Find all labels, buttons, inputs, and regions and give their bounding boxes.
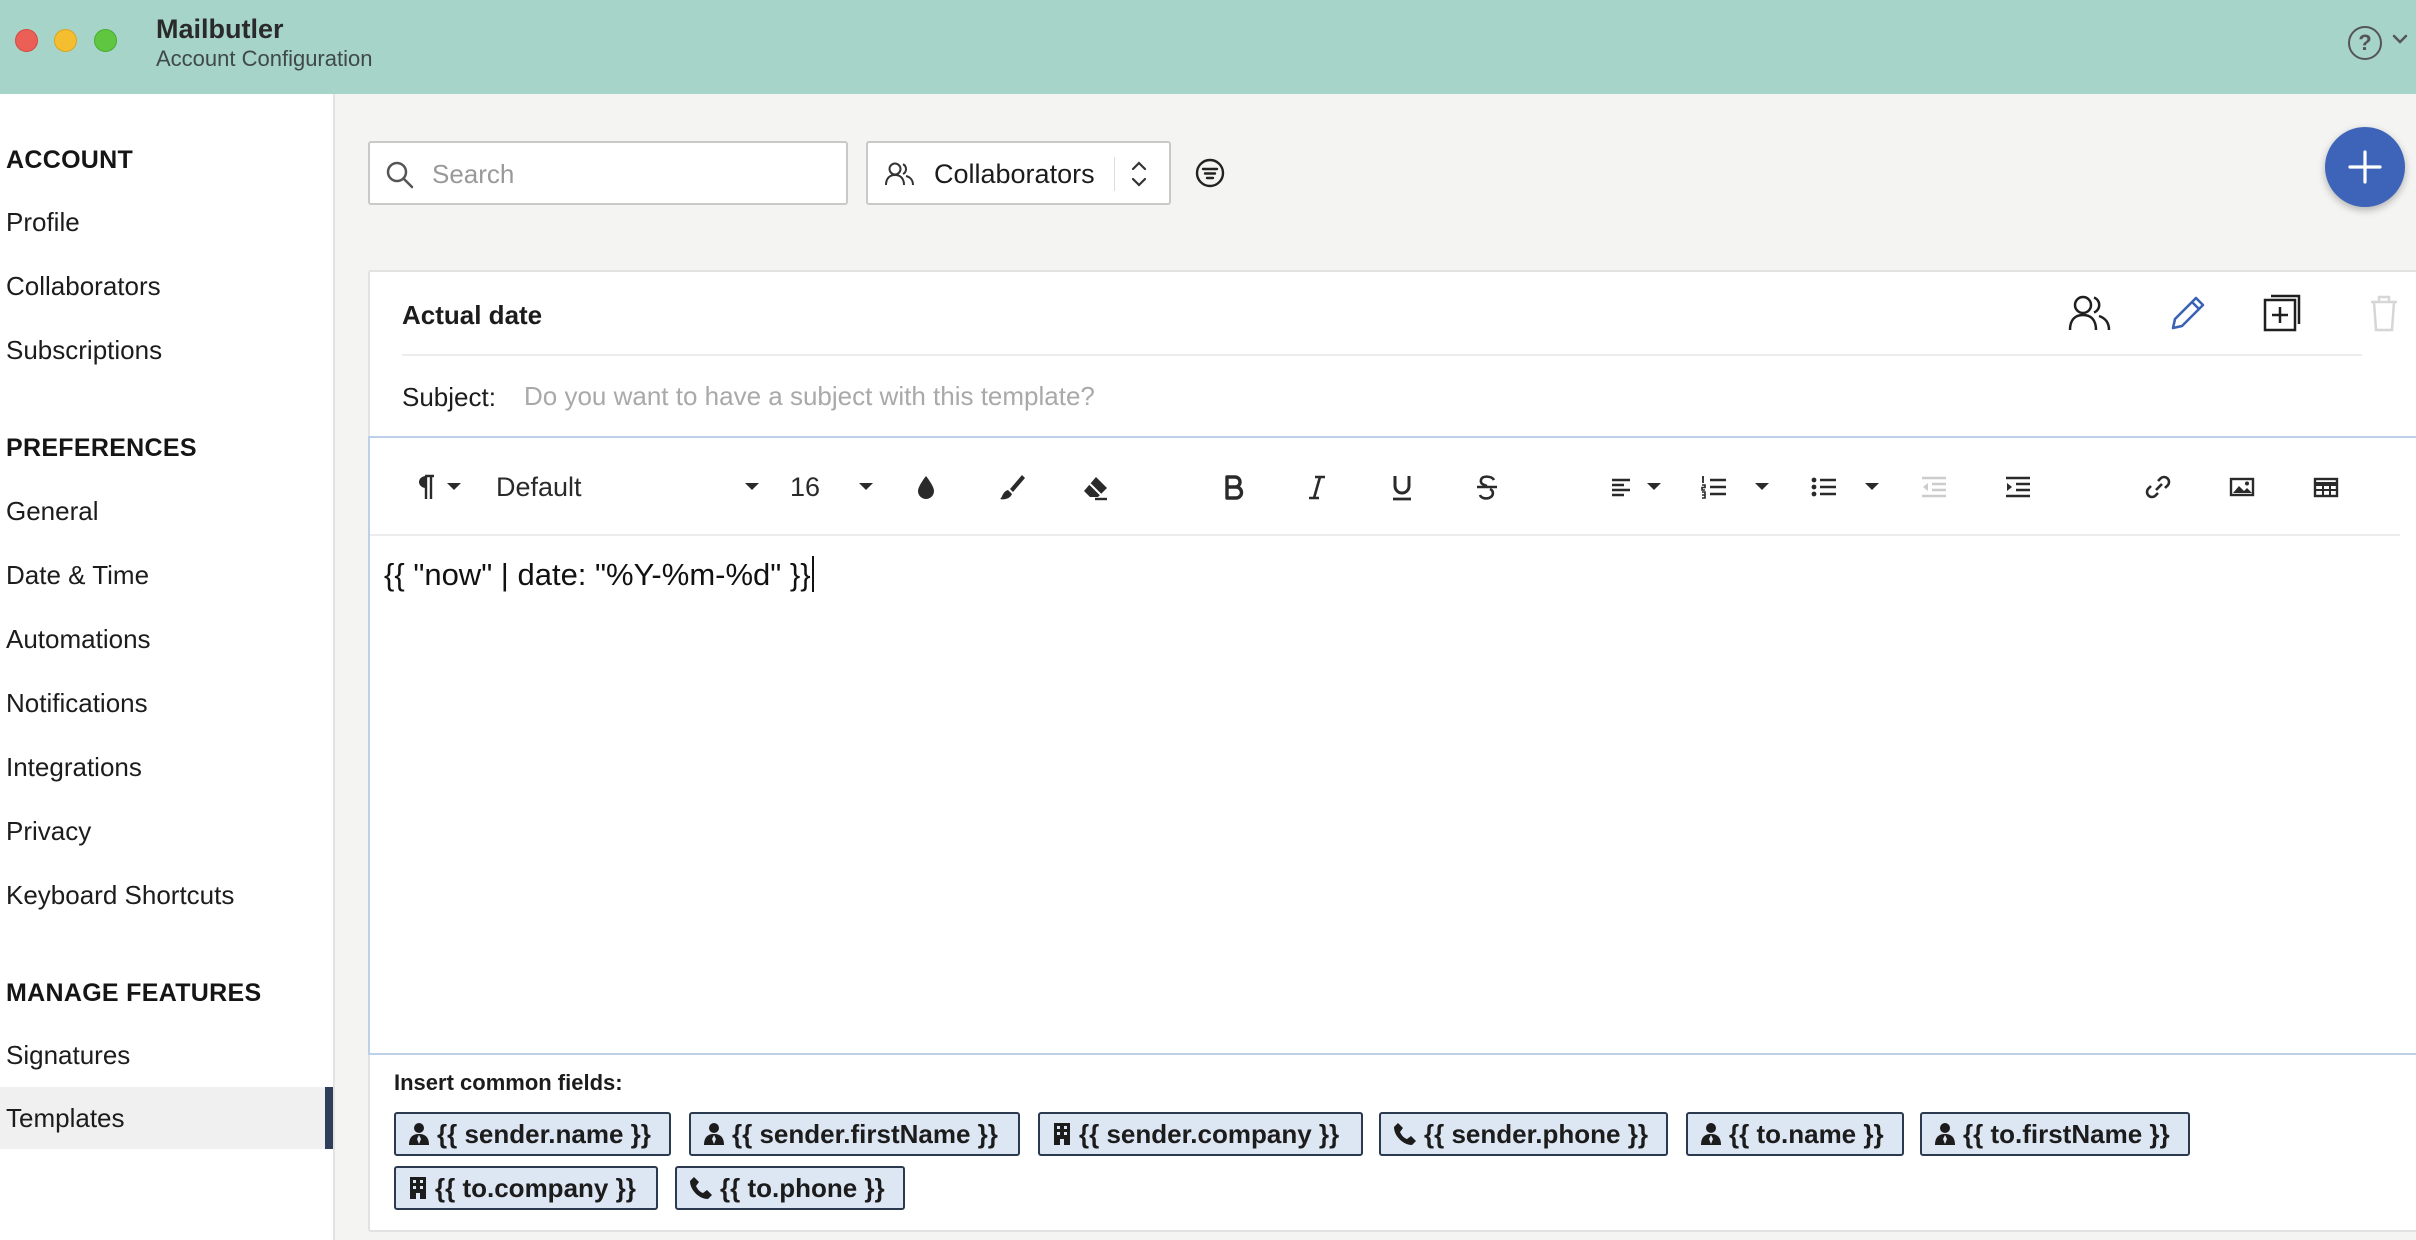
chevron-down-icon[interactable] [2391, 30, 2409, 48]
field-chip-text: {{ to.firstName }} [1963, 1119, 2170, 1149]
header-divider [402, 354, 2362, 356]
subject-input[interactable] [524, 378, 2224, 414]
search-box[interactable] [368, 141, 848, 205]
field-chip-text: {{ to.phone }} [720, 1173, 885, 1203]
person-icon [1701, 1123, 1721, 1145]
person-icon [704, 1123, 724, 1145]
font-size-value[interactable]: 16 [790, 472, 820, 503]
italic-icon[interactable] [1306, 472, 1328, 502]
paragraph-format-icon[interactable] [414, 472, 436, 502]
ordered-list-icon[interactable] [1700, 472, 1728, 502]
editor-content[interactable]: {{ "now" | date: "%Y-%m-%d" }} [384, 556, 814, 593]
field-chip-sender-name[interactable]: {{ sender.name }} [394, 1112, 671, 1156]
filter-icon[interactable] [1194, 157, 1226, 189]
trash-icon[interactable] [2364, 292, 2404, 334]
sidebar-item-automations[interactable]: Automations [0, 608, 333, 670]
sidebar-item-date-time[interactable]: Date & Time [0, 544, 333, 606]
field-chip-to-firstname[interactable]: {{ to.firstName }} [1920, 1112, 2190, 1156]
phone-icon [690, 1177, 712, 1199]
chevron-up-down-icon [1131, 161, 1147, 187]
link-icon[interactable] [2144, 472, 2172, 502]
template-name: Actual date [402, 300, 543, 330]
font-size-caret-icon[interactable] [858, 482, 874, 492]
sidebar: ACCOUNT Profile Collaborators Subscripti… [0, 94, 335, 1240]
field-chip-to-name[interactable]: {{ to.name }} [1686, 1112, 1904, 1156]
phone-icon [1394, 1123, 1416, 1145]
minimize-window-button[interactable] [54, 29, 77, 52]
sidebar-item-keyboard-shortcuts[interactable]: Keyboard Shortcuts [0, 864, 333, 926]
add-template-button[interactable] [2325, 127, 2405, 207]
select-divider [1114, 157, 1115, 191]
bullet-list-icon[interactable] [1810, 472, 1838, 502]
editor-toolbar: Default 16 [370, 438, 2400, 536]
close-window-button[interactable] [15, 29, 38, 52]
field-chip-sender-company[interactable]: {{ sender.company }} [1038, 1112, 1363, 1156]
sidebar-section-preferences: PREFERENCES [6, 434, 197, 462]
subject-label: Subject: [402, 382, 496, 412]
person-icon [409, 1123, 429, 1145]
ordered-list-caret-icon[interactable] [1754, 482, 1770, 492]
field-chip-to-phone[interactable]: {{ to.phone }} [675, 1166, 905, 1210]
bullet-list-caret-icon[interactable] [1864, 482, 1880, 492]
zoom-window-button[interactable] [94, 29, 117, 52]
title-bar: Mailbutler Account Configuration ? [0, 0, 2416, 94]
field-chip-text: {{ sender.name }} [437, 1119, 651, 1149]
font-family-value[interactable]: Default [496, 472, 582, 503]
plus-icon [2348, 150, 2382, 184]
align-left-icon[interactable] [1610, 472, 1634, 502]
field-chip-sender-firstname[interactable]: {{ sender.firstName }} [689, 1112, 1020, 1156]
field-chip-text: {{ to.name }} [1729, 1119, 1884, 1149]
field-chip-text: {{ to.company }} [435, 1173, 636, 1203]
sidebar-item-privacy[interactable]: Privacy [0, 800, 333, 862]
sidebar-item-collaborators[interactable]: Collaborators [0, 255, 333, 317]
indent-icon[interactable] [2004, 472, 2032, 502]
align-caret-icon[interactable] [1646, 482, 1662, 492]
sidebar-item-integrations[interactable]: Integrations [0, 736, 333, 798]
person-icon [1935, 1123, 1955, 1145]
template-card: Actual date Subject: Default 16 [368, 270, 2416, 1232]
sidebar-item-profile[interactable]: Profile [0, 191, 333, 253]
highlight-brush-icon[interactable] [998, 472, 1026, 502]
outdent-icon[interactable] [1920, 472, 1948, 502]
duplicate-icon[interactable] [2261, 292, 2305, 334]
editor-body-text: {{ "now" | date: "%Y-%m-%d" }} [384, 557, 811, 592]
table-icon[interactable] [2312, 472, 2340, 502]
field-chip-text: {{ sender.phone }} [1424, 1119, 1648, 1149]
sidebar-item-signatures[interactable]: Signatures [0, 1024, 333, 1086]
field-chip-text: {{ sender.company }} [1079, 1119, 1340, 1149]
sidebar-section-account: ACCOUNT [6, 146, 134, 174]
font-family-caret-icon[interactable] [744, 482, 760, 492]
sidebar-item-templates[interactable]: Templates [0, 1087, 333, 1149]
image-icon[interactable] [2228, 472, 2256, 502]
caret-down-icon[interactable] [446, 482, 462, 492]
collaborators-select[interactable]: Collaborators [866, 141, 1171, 205]
app-title: Mailbutler [156, 14, 284, 44]
share-collaborators-icon[interactable] [2068, 292, 2112, 334]
field-chip-to-company[interactable]: {{ to.company }} [394, 1166, 658, 1210]
template-editor: Default 16 {{ "now" | date: "%Y-%m-%d"}… [368, 436, 2416, 1055]
building-icon [410, 1177, 426, 1199]
collaborators-select-value: Collaborators [934, 159, 1095, 189]
building-icon [1054, 1123, 1070, 1145]
app-subtitle: Account Configuration [156, 46, 373, 71]
clear-format-eraser-icon[interactable] [1081, 472, 1109, 502]
sidebar-section-manage-features: MANAGE FEATURES [6, 979, 262, 1007]
strikethrough-icon[interactable] [1475, 472, 1499, 502]
sidebar-item-notifications[interactable]: Notifications [0, 672, 333, 734]
text-color-drop-icon[interactable] [914, 472, 938, 502]
text-caret [811, 556, 814, 592]
people-icon [885, 162, 914, 186]
bold-icon[interactable] [1222, 472, 1244, 502]
search-icon [386, 161, 414, 189]
sidebar-item-subscriptions[interactable]: Subscriptions [0, 319, 333, 381]
sidebar-item-general[interactable]: General [0, 480, 333, 542]
search-input[interactable] [432, 157, 832, 191]
underline-icon[interactable] [1390, 472, 1414, 502]
field-chip-sender-phone[interactable]: {{ sender.phone }} [1379, 1112, 1668, 1156]
field-chip-text: {{ sender.firstName }} [732, 1119, 998, 1149]
help-icon[interactable]: ? [2348, 26, 2382, 60]
edit-pencil-icon[interactable] [2165, 292, 2209, 334]
common-fields-label: Insert common fields: [394, 1070, 623, 1095]
